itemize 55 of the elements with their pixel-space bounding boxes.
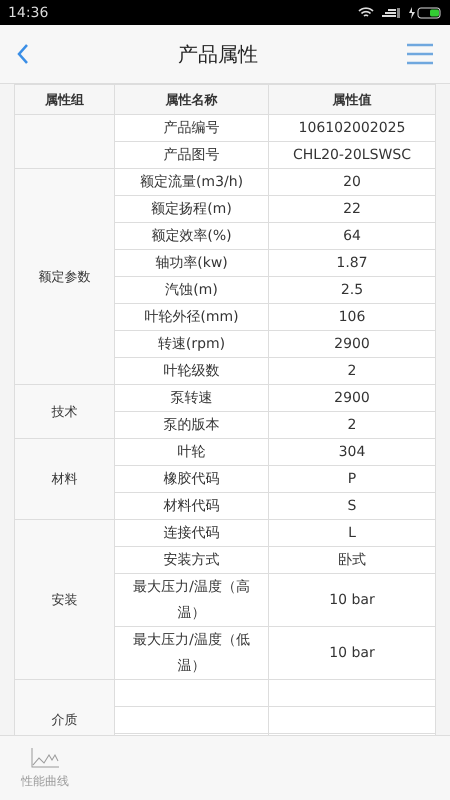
property-value: 2900 xyxy=(334,336,370,352)
line-chart-icon xyxy=(30,746,60,768)
column-header: 属性值 xyxy=(268,84,436,114)
property-name: 额定流量(m3/h) xyxy=(140,174,244,190)
property-value: P xyxy=(348,471,356,487)
property-name: 转速(rpm) xyxy=(158,336,226,352)
property-name: 橡胶代码 xyxy=(164,471,220,487)
property-name: 叶轮 xyxy=(178,444,206,460)
property-name: 产品图号 xyxy=(164,147,220,163)
property-name: 泵转速 xyxy=(170,390,212,406)
property-name: 额定扬程(m) xyxy=(151,201,232,217)
property-name: 产品编号 xyxy=(164,120,220,136)
property-value: 64 xyxy=(343,228,361,244)
property-value: 22 xyxy=(343,201,361,217)
back-button[interactable] xyxy=(16,43,30,65)
property-name: 轴功率(kw) xyxy=(155,255,228,271)
column-header: 属性名称 xyxy=(114,84,268,114)
property-name: 额定效率(%) xyxy=(151,228,232,244)
property-name: 最大压力/温度（低温） xyxy=(133,632,250,674)
property-name: 最大压力/温度（高温） xyxy=(133,579,250,621)
group-name: 介质 xyxy=(52,713,78,728)
property-value: 10 bar xyxy=(329,645,375,661)
property-value: 20 xyxy=(343,174,361,190)
property-name: 连接代码 xyxy=(164,525,220,541)
group-name: 材料 xyxy=(52,472,78,487)
property-value: 卧式 xyxy=(338,552,366,568)
property-value: S xyxy=(348,498,356,514)
tab[interactable]: 性能曲线 xyxy=(0,736,90,800)
column-header: 属性组 xyxy=(14,84,114,114)
group-name: 安装 xyxy=(52,592,78,608)
property-value: 2 xyxy=(348,417,356,433)
signal-icon xyxy=(382,6,400,18)
property-value: 2.5 xyxy=(340,282,364,298)
battery-icon xyxy=(408,6,442,18)
property-value: 106102002025 xyxy=(298,120,406,136)
menu-button[interactable] xyxy=(406,43,434,65)
group-name: 技术 xyxy=(52,404,78,420)
property-value: 10 bar xyxy=(329,592,375,608)
property-name: 安装方式 xyxy=(164,552,220,568)
group-name: 额定参数 xyxy=(38,270,90,284)
property-value: 304 xyxy=(338,444,366,460)
property-value: CHL20-20LSWSC xyxy=(293,147,411,163)
wifi-icon xyxy=(358,6,374,18)
page-title: 产品属性 xyxy=(178,40,258,68)
property-value: 106 xyxy=(338,309,366,325)
property-name: 叶轮级数 xyxy=(164,363,220,379)
property-value: 2900 xyxy=(334,390,370,406)
status-time: 14:36 xyxy=(8,4,48,20)
property-value: L xyxy=(348,525,356,541)
property-name: 叶轮外径(mm) xyxy=(144,309,239,325)
property-name: 泵的版本 xyxy=(164,417,220,433)
property-value: 2 xyxy=(348,363,356,379)
property-value: 1.87 xyxy=(336,255,368,271)
property-name: 材料代码 xyxy=(164,498,220,514)
property-name: 汽蚀(m) xyxy=(165,282,218,298)
